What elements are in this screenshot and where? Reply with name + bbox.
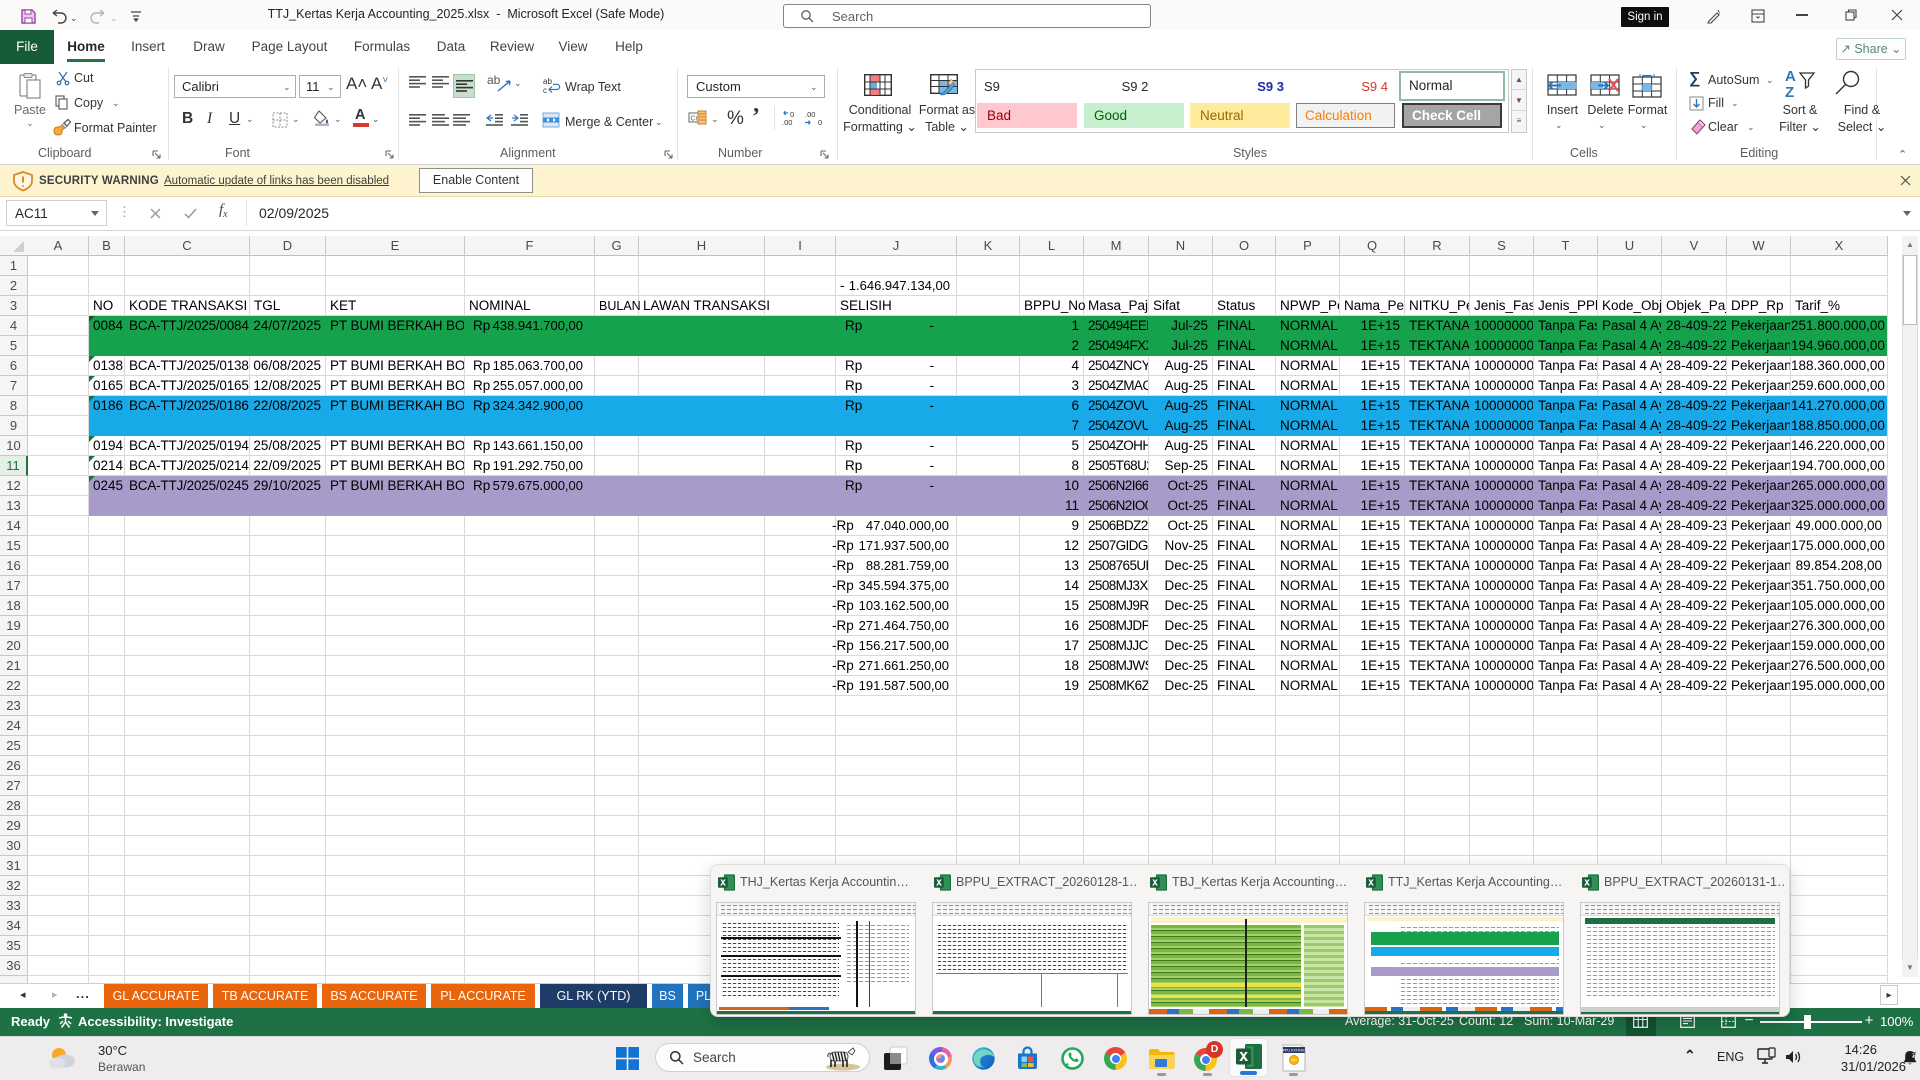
svg-text:z: z	[1914, 1051, 1917, 1057]
svg-text:ab: ab	[543, 77, 552, 86]
svg-text:BPPU EXTRACT: BPPU EXTRACT	[1280, 1049, 1308, 1053]
svg-text:c: c	[543, 86, 547, 95]
svg-text:RP: RP	[1291, 1058, 1297, 1063]
svg-text:.00: .00	[782, 118, 792, 127]
svg-text:0: 0	[818, 118, 822, 127]
svg-text:.00: .00	[805, 110, 815, 119]
svg-text:Cr: Cr	[691, 116, 699, 123]
